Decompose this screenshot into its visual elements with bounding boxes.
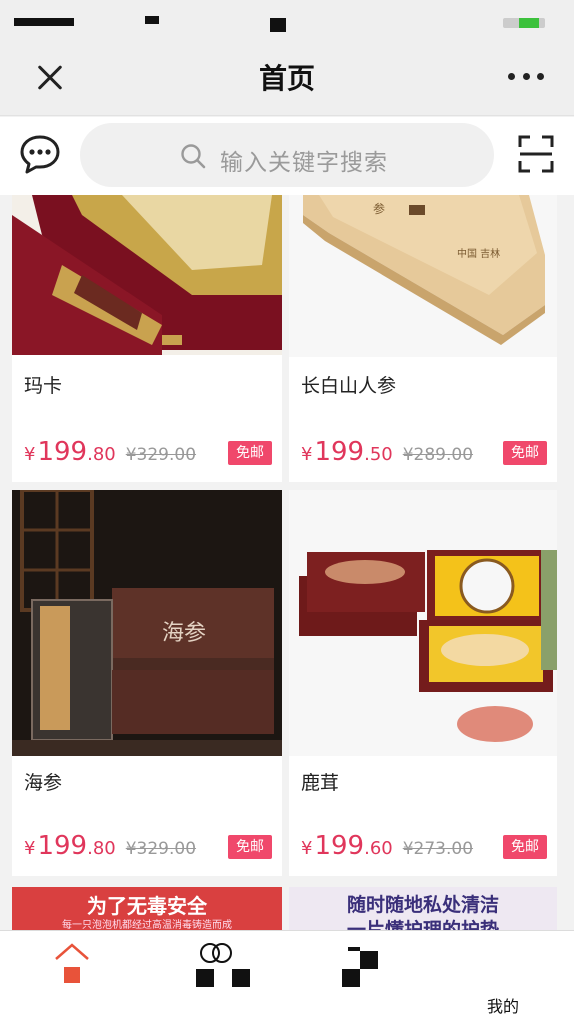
status-bar-signal <box>145 16 159 24</box>
banner-subtitle: 一片懂护理的护垫 <box>346 919 499 930</box>
search-row: 输入关键字搜索 <box>0 117 574 195</box>
cart-icon <box>342 947 378 987</box>
product-grid: 玛卡 ¥ 199 .80 ¥329.00 免邮 参 中国 吉林 长白山人参 ¥ … <box>0 195 574 930</box>
more-dot-icon <box>537 73 544 80</box>
battery-icon <box>503 18 545 28</box>
price-currency: ¥ <box>24 444 36 465</box>
price-currency: ¥ <box>301 838 313 859</box>
tab-label: 我的 <box>486 997 519 1016</box>
title-bar: 首页 <box>0 40 574 116</box>
product-image: 参 中国 吉林 <box>289 195 557 357</box>
product-banner[interactable]: 随时随地私处清洁 一片懂护理的护垫 <box>289 887 557 930</box>
bottom-tab-bar: 我的 <box>0 930 574 1019</box>
banner-title: 随时随地私处清洁 <box>346 894 499 916</box>
product-card[interactable]: 海参 海参 ¥ 199 .80 ¥329.00 免邮 <box>12 490 282 876</box>
price-currency: ¥ <box>24 838 36 859</box>
tab-cart[interactable] <box>304 931 414 1019</box>
page-title: 首页 <box>258 62 315 95</box>
free-shipping-badge: 免邮 <box>503 441 547 465</box>
tab-profile[interactable]: 我的 <box>448 931 558 1019</box>
scan-icon[interactable] <box>518 135 554 173</box>
svg-text:中国 吉林: 中国 吉林 <box>457 247 500 260</box>
status-bar-time <box>270 18 286 32</box>
tab-category[interactable] <box>160 931 270 1019</box>
more-options-button[interactable] <box>508 73 544 83</box>
chat-icon[interactable] <box>18 133 62 177</box>
free-shipping-badge: 免邮 <box>503 835 547 859</box>
svg-text:参: 参 <box>373 201 385 216</box>
price-decimal: .60 <box>364 838 393 859</box>
search-icon <box>181 144 206 169</box>
original-price: ¥329.00 <box>125 839 197 859</box>
original-price: ¥289.00 <box>402 445 474 465</box>
price-integer: 199 <box>314 437 365 467</box>
price-currency: ¥ <box>301 444 313 465</box>
status-bar-carrier <box>14 18 74 26</box>
banner-title: 为了无毒安全 <box>87 894 207 918</box>
price-decimal: .50 <box>364 444 393 465</box>
product-name: 鹿茸 <box>301 772 340 794</box>
search-input[interactable]: 输入关键字搜索 <box>80 123 494 187</box>
product-price: ¥ 199 .60 ¥273.00 <box>301 831 473 861</box>
product-price: ¥ 199 .80 ¥329.00 <box>24 437 196 467</box>
category-icon <box>196 943 250 987</box>
price-decimal: .80 <box>87 444 116 465</box>
product-image: 海参 <box>12 490 282 756</box>
status-bar <box>0 0 574 40</box>
svg-text:海参: 海参 <box>162 621 206 646</box>
product-card[interactable]: 玛卡 ¥ 199 .80 ¥329.00 免邮 <box>12 195 282 482</box>
original-price: ¥273.00 <box>402 839 474 859</box>
price-integer: 199 <box>37 831 88 861</box>
free-shipping-badge: 免邮 <box>228 441 272 465</box>
free-shipping-badge: 免邮 <box>228 835 272 859</box>
product-card[interactable]: 鹿茸 ¥ 199 .60 ¥273.00 免邮 <box>289 490 557 876</box>
home-icon <box>55 943 89 983</box>
product-banner[interactable]: 为了无毒安全 每一只泡泡机都经过高温消毒铸造而成 <box>12 887 282 930</box>
product-price: ¥ 199 .80 ¥329.00 <box>24 831 196 861</box>
search-placeholder: 输入关键字搜索 <box>220 150 388 176</box>
product-image <box>289 490 557 756</box>
product-card[interactable]: 参 中国 吉林 长白山人参 ¥ 199 .50 ¥289.00 免邮 <box>289 195 557 482</box>
price-decimal: .80 <box>87 838 116 859</box>
profile-icon <box>488 951 518 981</box>
more-dot-icon <box>508 73 515 80</box>
price-integer: 199 <box>314 831 365 861</box>
product-name: 海参 <box>24 772 63 794</box>
banner-subtitle: 每一只泡泡机都经过高温消毒铸造而成 <box>62 920 232 930</box>
product-image <box>12 195 282 355</box>
product-price: ¥ 199 .50 ¥289.00 <box>301 437 473 467</box>
product-name: 长白山人参 <box>301 375 397 397</box>
original-price: ¥329.00 <box>125 445 197 465</box>
tab-home[interactable] <box>16 931 126 1019</box>
price-integer: 199 <box>37 437 88 467</box>
product-name: 玛卡 <box>24 375 63 397</box>
more-dot-icon <box>522 73 530 80</box>
